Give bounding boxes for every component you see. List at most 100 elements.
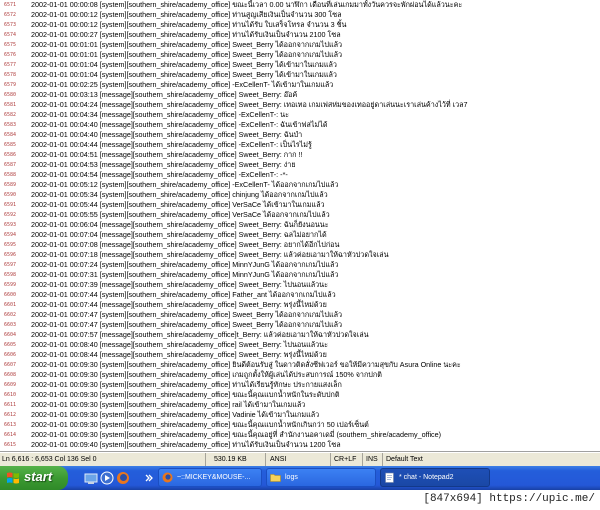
line-number: 6575 xyxy=(4,42,17,48)
line-number: 6589 xyxy=(4,182,17,188)
line-text: 2002-01-01 00:08:44 [message][southern_s… xyxy=(31,350,327,359)
status-syntax-scheme[interactable]: Default Text xyxy=(382,453,600,466)
line-number: 6572 xyxy=(4,12,17,18)
line-number: 6611 xyxy=(4,402,17,408)
line-number: 6615 xyxy=(4,442,17,448)
line-number: 6579 xyxy=(4,82,17,88)
media-player-icon[interactable] xyxy=(100,471,114,485)
start-button[interactable]: start xyxy=(0,466,68,490)
line-text: 2002-01-01 00:04:54 [message][southern_s… xyxy=(31,170,288,179)
line-text: 2002-01-01 00:00:08 [system][southern_sh… xyxy=(31,0,463,9)
status-filesize: 530.19 KB xyxy=(205,453,265,466)
quick-launch-chevron-icon[interactable] xyxy=(142,471,156,485)
line-text: 2002-01-01 00:01:04 [system][southern_sh… xyxy=(31,60,337,69)
line-number: 6587 xyxy=(4,162,17,168)
line-number: 6571 xyxy=(4,2,17,8)
line-text: 2002-01-01 00:09:30 [system][southern_sh… xyxy=(31,400,306,409)
line-number: 6590 xyxy=(4,192,17,198)
line-number: 6600 xyxy=(4,292,17,298)
line-text: 2002-01-01 00:07:39 [message][southern_s… xyxy=(31,280,328,289)
line-text: 2002-01-01 00:07:31 [system][southern_sh… xyxy=(31,270,339,279)
line-text: 2002-01-01 00:04:34 [message][southern_s… xyxy=(31,110,289,119)
image-footer: [847x694] https://upic.me/ xyxy=(0,490,600,510)
line-text: 2002-01-01 00:04:40 [message][southern_s… xyxy=(31,120,328,129)
taskbar-button-logs-folder[interactable]: logs xyxy=(266,468,376,487)
line-number: 6577 xyxy=(4,62,17,68)
line-number: 6614 xyxy=(4,432,17,438)
show-desktop-icon[interactable] xyxy=(84,471,98,485)
status-position: Ln 6,616 : 6,653 Col 136 Sel 0 xyxy=(2,456,97,463)
line-text: 2002-01-01 00:09:30 [system][southern_sh… xyxy=(31,370,382,379)
notepad2-editor[interactable]: 6571 2002-01-01 00:00:08 [system][souther… xyxy=(0,0,600,451)
line-number: 6578 xyxy=(4,72,17,78)
status-line-ending[interactable]: CR+LF xyxy=(330,453,362,466)
line-text: 2002-01-01 00:09:30 [system][southern_sh… xyxy=(31,390,340,399)
line-text: 2002-01-01 00:09:30 [system][southern_sh… xyxy=(31,420,369,429)
line-number: 6583 xyxy=(4,122,17,128)
line-number: 6585 xyxy=(4,142,17,148)
line-number: 6599 xyxy=(4,282,17,288)
line-number: 6580 xyxy=(4,92,17,98)
line-text: 2002-01-01 00:04:51 [message][southern_s… xyxy=(31,150,303,159)
line-number: 6573 xyxy=(4,22,17,28)
line-text: 2002-01-01 00:00:12 [system][southern_sh… xyxy=(31,20,347,29)
taskbar-button-notepad2[interactable]: * chat - Notepad2 xyxy=(380,468,490,487)
line-text: 2002-01-01 00:07:08 [message][southern_s… xyxy=(31,240,340,249)
line-number: 6601 xyxy=(4,302,17,308)
line-text: 2002-01-01 00:04:53 [message][southern_s… xyxy=(31,160,296,169)
windows-logo-icon xyxy=(7,472,19,484)
status-insert-mode[interactable]: INS xyxy=(362,453,382,466)
line-number: 6574 xyxy=(4,32,17,38)
line-text: 2002-01-01 00:01:01 [system][southern_sh… xyxy=(31,40,343,49)
status-encoding[interactable]: ANSI xyxy=(265,453,330,466)
line-number: 6582 xyxy=(4,112,17,118)
line-number: 6588 xyxy=(4,172,17,178)
line-number: 6594 xyxy=(4,232,17,238)
line-text: 2002-01-01 00:07:18 [message][southern_s… xyxy=(31,250,389,259)
notepad-icon xyxy=(385,472,394,483)
line-text: 2002-01-01 00:09:40 [system][southern_sh… xyxy=(31,440,341,449)
line-text: 2002-01-01 00:00:12 [system][southern_sh… xyxy=(31,10,342,19)
line-number: 6604 xyxy=(4,332,17,338)
line-text: 2002-01-01 00:05:12 [system][southern_sh… xyxy=(31,180,339,189)
line-number: 6576 xyxy=(4,52,17,58)
line-text: 2002-01-01 00:09:30 [system][southern_sh… xyxy=(31,360,461,369)
line-number: 6607 xyxy=(4,362,17,368)
line-number: 6598 xyxy=(4,272,17,278)
line-text: 2002-01-01 00:04:24 [message][southern_s… xyxy=(31,100,468,109)
line-number: 6613 xyxy=(4,422,17,428)
line-text: 2002-01-01 00:05:44 [system][southern_sh… xyxy=(31,200,325,209)
line-text: 2002-01-01 00:07:44 [message][southern_s… xyxy=(31,300,327,309)
line-text: 2002-01-01 00:07:47 [system][southern_sh… xyxy=(31,310,343,319)
line-text: 2002-01-01 00:02:25 [system][southern_sh… xyxy=(31,80,334,89)
line-number: 6586 xyxy=(4,152,17,158)
line-text: 2002-01-01 00:05:34 [system][southern_sh… xyxy=(31,190,328,199)
line-number: 6609 xyxy=(4,382,17,388)
line-number: 6593 xyxy=(4,222,17,228)
taskbar-button-label: logs xyxy=(285,474,298,481)
line-text: 2002-01-01 00:06:04 [message][southern_s… xyxy=(31,220,329,229)
line-text: 2002-01-01 00:08:40 [message][southern_s… xyxy=(31,340,328,349)
line-text: 2002-01-01 00:09:30 [system][southern_sh… xyxy=(31,430,442,439)
taskbar-button-mickey-mouse-firefox[interactable]: ~::MICKEY&MOUSE-... xyxy=(158,468,262,487)
line-text: 2002-01-01 00:07:57 [message][southern_s… xyxy=(31,330,369,339)
line-text: 2002-01-01 00:09:30 [system][southern_sh… xyxy=(31,410,320,419)
line-number: 6603 xyxy=(4,322,17,328)
line-number: 6612 xyxy=(4,412,17,418)
line-number: 6605 xyxy=(4,342,17,348)
line-number: 6584 xyxy=(4,132,17,138)
line-number: 6610 xyxy=(4,392,17,398)
windows-taskbar: start ~::MICKEY&MOUSE-... logs * chat - … xyxy=(0,466,600,490)
line-text: 2002-01-01 00:07:47 [system][southern_sh… xyxy=(31,320,343,329)
line-text: 2002-01-01 00:07:44 [system][southern_sh… xyxy=(31,290,336,299)
line-number: 6591 xyxy=(4,202,17,208)
firefox-icon[interactable] xyxy=(116,471,130,485)
line-text: 2002-01-01 00:00:27 [system][southern_sh… xyxy=(31,30,341,39)
line-text: 2002-01-01 00:03:13 [message][southern_s… xyxy=(31,90,298,99)
watermark-text: [847x694] https://upic.me/ xyxy=(420,492,598,506)
firefox-icon xyxy=(162,472,173,483)
line-text: 2002-01-01 00:09:30 [system][southern_sh… xyxy=(31,380,342,389)
line-text: 2002-01-01 00:01:01 [system][southern_sh… xyxy=(31,50,343,59)
line-number: 6608 xyxy=(4,372,17,378)
line-number: 6581 xyxy=(4,102,17,108)
